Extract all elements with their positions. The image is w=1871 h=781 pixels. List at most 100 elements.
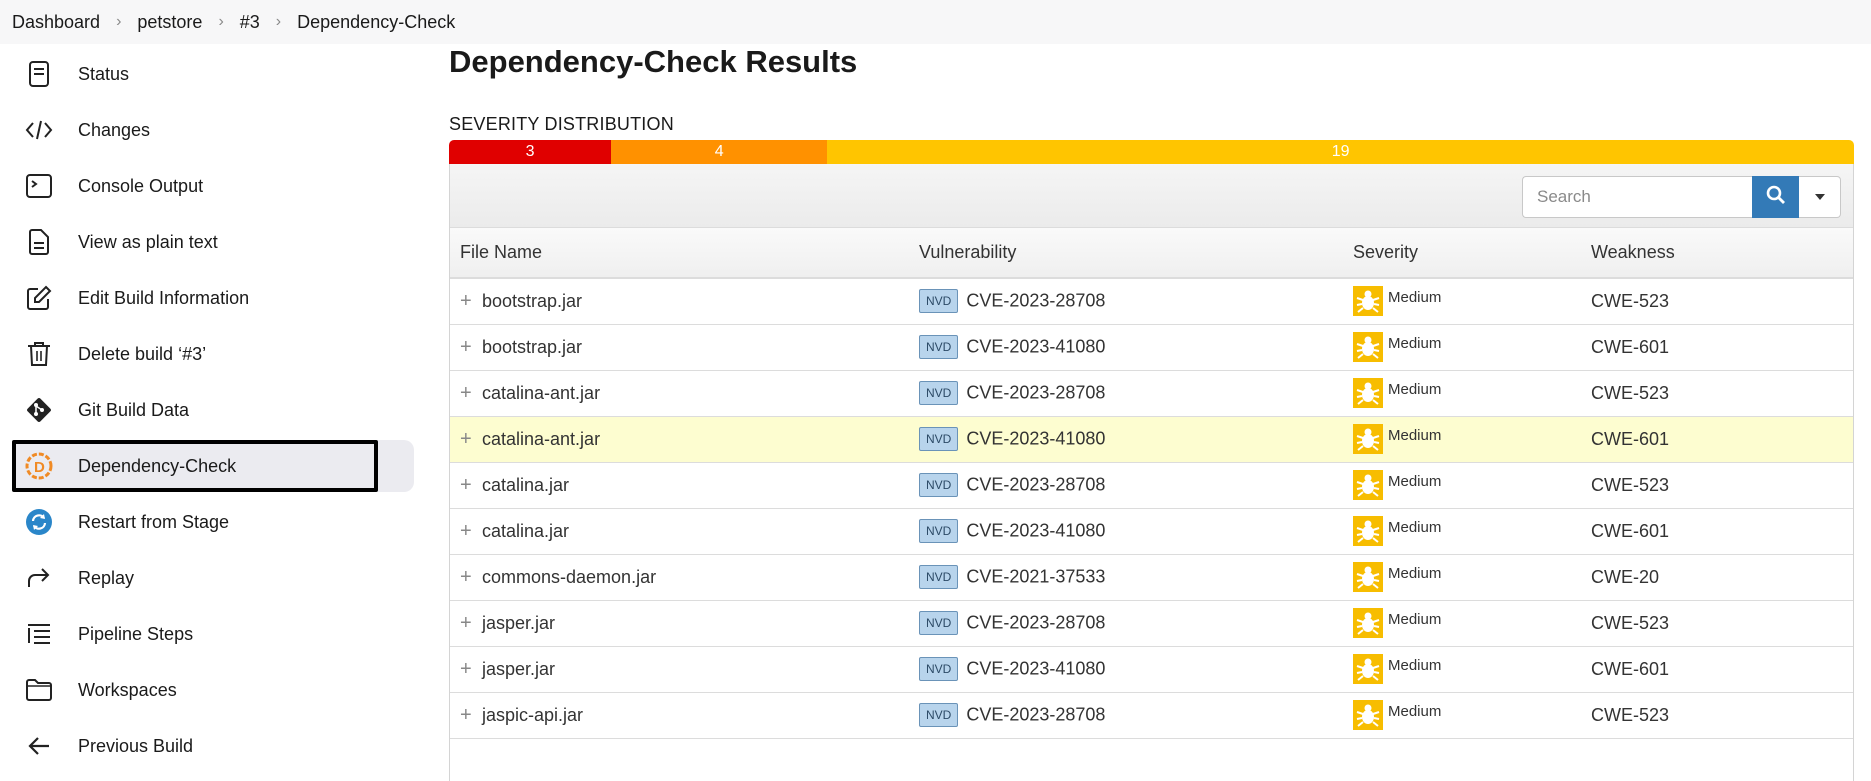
nvd-source-badge[interactable]: NVD: [919, 289, 959, 314]
nvd-source-badge[interactable]: NVD: [919, 335, 959, 359]
breadcrumb-dashboard[interactable]: Dashboard: [12, 12, 100, 33]
bug-icon: [1353, 562, 1383, 592]
nvd-source-badge[interactable]: NVD: [919, 427, 959, 451]
caret-down-icon: [1814, 188, 1826, 206]
search-input[interactable]: [1522, 176, 1752, 218]
nvd-source-badge[interactable]: NVD: [919, 565, 959, 589]
sidebar-item-restart-from-stage[interactable]: Restart from Stage: [12, 496, 414, 548]
weakness-cell[interactable]: CWE-523: [1581, 462, 1853, 509]
weakness-cell[interactable]: CWE-523: [1581, 278, 1853, 325]
weakness-cell[interactable]: CWE-601: [1581, 416, 1853, 463]
chevron-right-icon: ›: [275, 13, 282, 30]
cve-id[interactable]: CVE-2023-28708: [966, 613, 1105, 633]
weakness-cell[interactable]: CWE-523: [1581, 600, 1853, 647]
nvd-source-badge[interactable]: NVD: [919, 381, 959, 405]
severity-medium-high-segment[interactable]: 4: [611, 140, 828, 164]
expand-icon[interactable]: +: [460, 566, 474, 589]
severity-cell: Medium: [1343, 462, 1581, 509]
bug-icon: [1353, 378, 1383, 408]
weakness-cell[interactable]: CWE-20: [1581, 554, 1853, 601]
expand-icon[interactable]: +: [460, 428, 474, 451]
expand-icon[interactable]: +: [460, 290, 474, 313]
weakness-cell[interactable]: CWE-601: [1581, 646, 1853, 693]
expand-icon[interactable]: +: [460, 658, 474, 681]
file-name: catalina.jar: [482, 520, 570, 541]
sidebar-item-label: Edit Build Information: [78, 287, 250, 308]
severity-label: Medium: [1388, 472, 1442, 490]
cve-id[interactable]: CVE-2021-37533: [966, 567, 1105, 587]
cve-id[interactable]: CVE-2023-28708: [966, 705, 1105, 725]
weakness-cell[interactable]: CWE-523: [1581, 692, 1853, 739]
severity-label: Medium: [1388, 564, 1442, 582]
sidebar-item-workspaces[interactable]: Workspaces: [12, 664, 414, 716]
table-row[interactable]: + jasper.jar NVD CVE-2023-41080 Medium CWE-60…: [450, 646, 1853, 693]
cve-id[interactable]: CVE-2023-41080: [966, 521, 1105, 541]
search-button[interactable]: [1752, 176, 1799, 218]
expand-icon[interactable]: +: [460, 474, 474, 497]
weakness-cell[interactable]: CWE-523: [1581, 370, 1853, 417]
table-row[interactable]: + commons-daemon.jar NVD CVE-2021-37533 Medi…: [450, 554, 1853, 601]
expand-icon[interactable]: +: [460, 704, 474, 727]
cve-id[interactable]: CVE-2023-28708: [966, 475, 1105, 495]
nvd-source-badge[interactable]: NVD: [919, 519, 959, 543]
severity-cell: Medium: [1343, 692, 1581, 739]
severity-cell: Medium: [1343, 600, 1581, 647]
weakness-cell[interactable]: CWE-601: [1581, 324, 1853, 371]
severity-medium-segment[interactable]: 19: [827, 140, 1854, 164]
expand-icon[interactable]: +: [460, 612, 474, 635]
sidebar-item-previous-build[interactable]: Previous Build: [12, 720, 414, 772]
sidebar-item-label: Git Build Data: [78, 399, 190, 420]
breadcrumb-petstore[interactable]: petstore: [137, 12, 202, 33]
table-row[interactable]: + catalina.jar NVD CVE-2023-28708 Medium CWE-…: [450, 462, 1853, 509]
vulnerability-cell: NVD CVE-2023-28708: [909, 370, 1343, 417]
column-header-weakness[interactable]: Weakness: [1581, 228, 1853, 279]
sidebar-item-pipeline-steps[interactable]: Pipeline Steps: [12, 608, 414, 660]
column-header-severity[interactable]: Severity: [1343, 228, 1581, 279]
expand-icon[interactable]: +: [460, 520, 474, 543]
file-name: jaspic-api.jar: [482, 704, 584, 725]
sidebar-item-status[interactable]: Status: [12, 48, 414, 100]
table-row[interactable]: + jasper.jar NVD CVE-2023-28708 Medium CWE-52…: [450, 600, 1853, 647]
file-name: jasper.jar: [482, 612, 556, 633]
git-icon: [24, 395, 54, 425]
column-header-vulnerability[interactable]: Vulnerability: [909, 228, 1343, 279]
sidebar-item-console-output[interactable]: Console Output: [12, 160, 414, 212]
sidebar-item-delete-build[interactable]: Delete build ‘#3’: [12, 328, 414, 380]
cve-id[interactable]: CVE-2023-28708: [966, 383, 1105, 403]
breadcrumb-dependency-check: Dependency-Check: [297, 11, 456, 32]
table-row[interactable]: + bootstrap.jar NVD CVE-2023-28708 Medium CWE…: [450, 278, 1853, 325]
nvd-source-badge[interactable]: NVD: [919, 611, 959, 635]
cve-id[interactable]: CVE-2023-41080: [966, 429, 1105, 449]
search-options-dropdown[interactable]: [1799, 176, 1841, 218]
vulnerability-cell: NVD CVE-2023-41080: [909, 324, 1343, 371]
nvd-source-badge[interactable]: NVD: [919, 473, 959, 497]
column-header-file-name[interactable]: File Name: [450, 228, 909, 279]
weakness-cell[interactable]: CWE-601: [1581, 508, 1853, 555]
sidebar-item-dependency-check[interactable]: D Dependency-Check: [12, 440, 414, 492]
cve-id[interactable]: CVE-2023-28708: [966, 291, 1105, 311]
nvd-source-badge[interactable]: NVD: [919, 703, 959, 727]
expand-icon[interactable]: +: [460, 382, 474, 405]
sidebar-item-edit-build-information[interactable]: Edit Build Information: [12, 272, 414, 324]
expand-icon[interactable]: +: [460, 336, 474, 359]
table-row[interactable]: + bootstrap.jar NVD CVE-2023-41080 Medium CWE…: [450, 324, 1853, 371]
table-header-row: File Name Vulnerability Severity Weaknes…: [450, 228, 1853, 279]
severity-cell: Medium: [1343, 278, 1581, 325]
table-row[interactable]: + jaspic-api.jar NVD CVE-2023-28708 Medium CW…: [450, 692, 1853, 739]
cve-id[interactable]: CVE-2023-41080: [966, 337, 1105, 357]
severity-high-segment[interactable]: 3: [449, 140, 612, 164]
file-name: bootstrap.jar: [482, 336, 583, 357]
breadcrumb-build[interactable]: #3: [240, 12, 260, 33]
table-row[interactable]: + catalina-ant.jar NVD CVE-2023-28708 Medium…: [450, 370, 1853, 417]
nvd-source-badge[interactable]: NVD: [919, 657, 959, 681]
cve-id[interactable]: CVE-2023-41080: [966, 659, 1105, 679]
sidebar-item-plain-text[interactable]: View as plain text: [12, 216, 414, 268]
file-name-cell: + jaspic-api.jar: [450, 692, 909, 739]
file-name-cell: + catalina.jar: [450, 508, 909, 555]
sidebar-item-changes[interactable]: Changes: [12, 104, 414, 156]
sidebar-item-git-build-data[interactable]: Git Build Data: [12, 384, 414, 436]
sidebar-item-replay[interactable]: Replay: [12, 552, 414, 604]
table-row[interactable]: + catalina-ant.jar NVD CVE-2023-41080 Medium…: [450, 416, 1853, 463]
table-row[interactable]: + catalina.jar NVD CVE-2023-41080 Medium CWE-…: [450, 508, 1853, 555]
file-name-cell: + catalina-ant.jar: [450, 416, 909, 463]
